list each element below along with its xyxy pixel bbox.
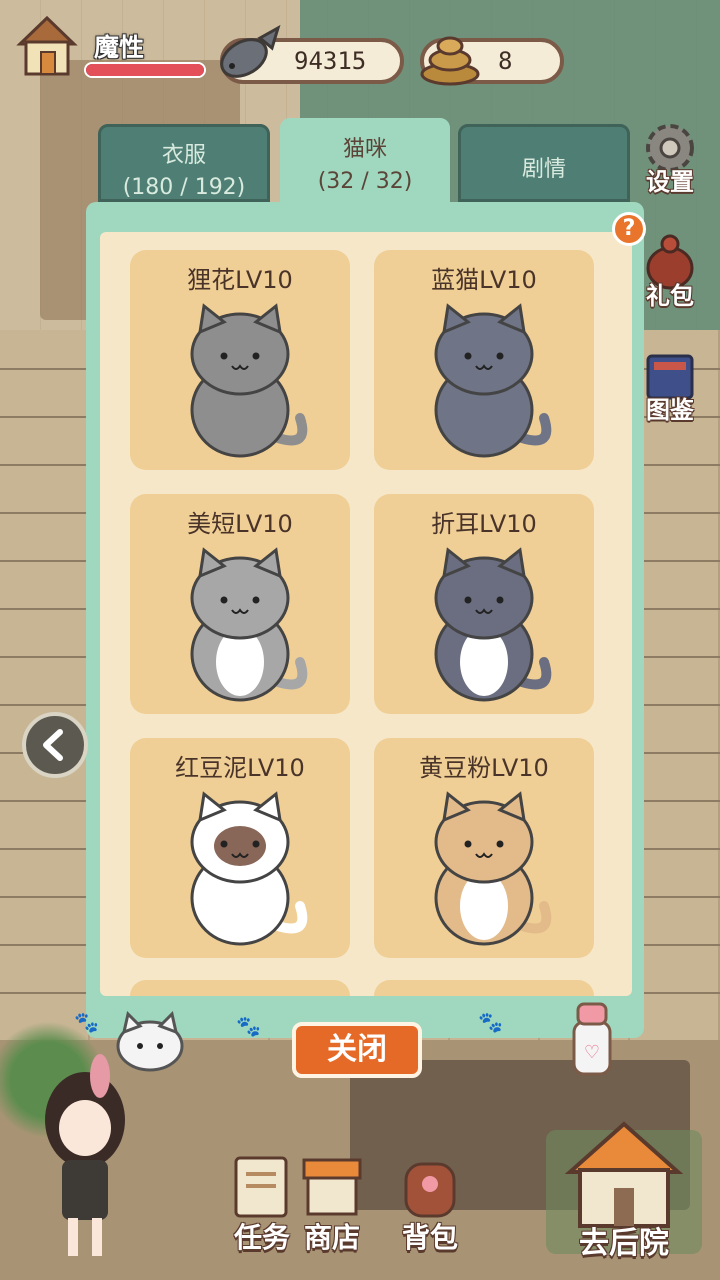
shop-icon — [302, 1158, 362, 1216]
nav-shop-button[interactable]: 商店 — [286, 1140, 378, 1260]
tab-cats-count: (32 / 32) — [317, 169, 413, 194]
cat-card[interactable]: 黄豆粉LV10 — [374, 738, 594, 958]
paw-decoration: 🐾 — [478, 1010, 503, 1034]
backpack-icon — [404, 1162, 456, 1218]
tab-story-title: 剧情 — [521, 157, 566, 182]
player-name: 魔性 — [94, 33, 145, 62]
chevron-left-icon — [43, 729, 63, 761]
paw-decoration: 🐾 — [74, 1010, 99, 1034]
shopkeeper-character — [45, 1054, 125, 1256]
cat-icon — [434, 303, 552, 458]
milk-bottle-icon: ♡ — [572, 1002, 612, 1076]
poop-count: 8 — [498, 47, 513, 75]
back-button[interactable] — [22, 712, 88, 778]
cat-card[interactable]: 红豆泥LV10 — [130, 738, 350, 958]
cat-card[interactable]: 折耳LV10 — [374, 494, 594, 714]
settings-button[interactable]: 设置 — [634, 118, 706, 202]
cat-card[interactable]: 狸花LV10 — [130, 250, 350, 470]
cat-card[interactable]: 蓝猫LV10 — [374, 250, 594, 470]
cat-card-label: 折耳LV10 — [431, 510, 537, 538]
settings-label: 设置 — [646, 168, 694, 196]
nav-shop-label: 商店 — [303, 1221, 360, 1254]
cat-icon — [190, 303, 308, 458]
poop-icon — [420, 36, 480, 86]
collection-button[interactable]: 图鉴 — [634, 346, 706, 430]
nav-backpack-label: 背包 — [401, 1221, 458, 1254]
cat-icon — [434, 547, 552, 702]
nav-backpack-button[interactable]: 背包 — [384, 1140, 476, 1260]
close-button[interactable]: 关闭 — [292, 1022, 422, 1078]
tab-story[interactable]: 剧情 — [458, 124, 630, 202]
gift-bag-button[interactable]: 礼包 — [634, 232, 706, 316]
cat-grid: 狸花LV10 蓝猫LV10 美短LV10 折耳LV10 红豆泥LV10 黄豆粉L… — [100, 232, 632, 996]
cat-card-partial[interactable] — [374, 980, 594, 996]
cat-icon — [434, 791, 552, 946]
tab-clothes-count: (180 / 192) — [122, 175, 246, 200]
tab-cats[interactable]: 猫咪 (32 / 32) — [280, 118, 450, 210]
tab-clothes[interactable]: 衣服 (180 / 192) — [98, 124, 270, 202]
home-icon[interactable] — [14, 14, 80, 80]
help-button[interactable]: ? — [612, 212, 646, 246]
cat-card-partial[interactable] — [130, 980, 350, 996]
paw-decoration: 🐾 — [236, 1014, 261, 1038]
cat-card-label: 狸花LV10 — [187, 266, 293, 294]
cat-icon — [190, 791, 308, 946]
fish-count: 94315 — [294, 47, 367, 75]
cat-icon — [190, 547, 308, 702]
tab-clothes-title: 衣服 — [161, 143, 206, 168]
hp-bar-fill — [86, 64, 204, 76]
cat-card-label: 黄豆粉LV10 — [419, 754, 549, 782]
player-hp-bar — [84, 62, 206, 78]
cat-card-label: 红豆泥LV10 — [175, 754, 305, 782]
cat-card-label: 蓝猫LV10 — [431, 266, 537, 294]
backyard-button[interactable]: 去后院 — [540, 1218, 708, 1262]
tab-cats-title: 猫咪 — [342, 137, 387, 162]
svg-text:♡: ♡ — [584, 1042, 600, 1063]
collection-label: 图鉴 — [646, 396, 694, 424]
fish-icon — [220, 24, 281, 78]
cat-card[interactable]: 美短LV10 — [130, 494, 350, 714]
gift-bag-label: 礼包 — [646, 282, 694, 310]
cat-card-label: 美短LV10 — [187, 510, 293, 538]
